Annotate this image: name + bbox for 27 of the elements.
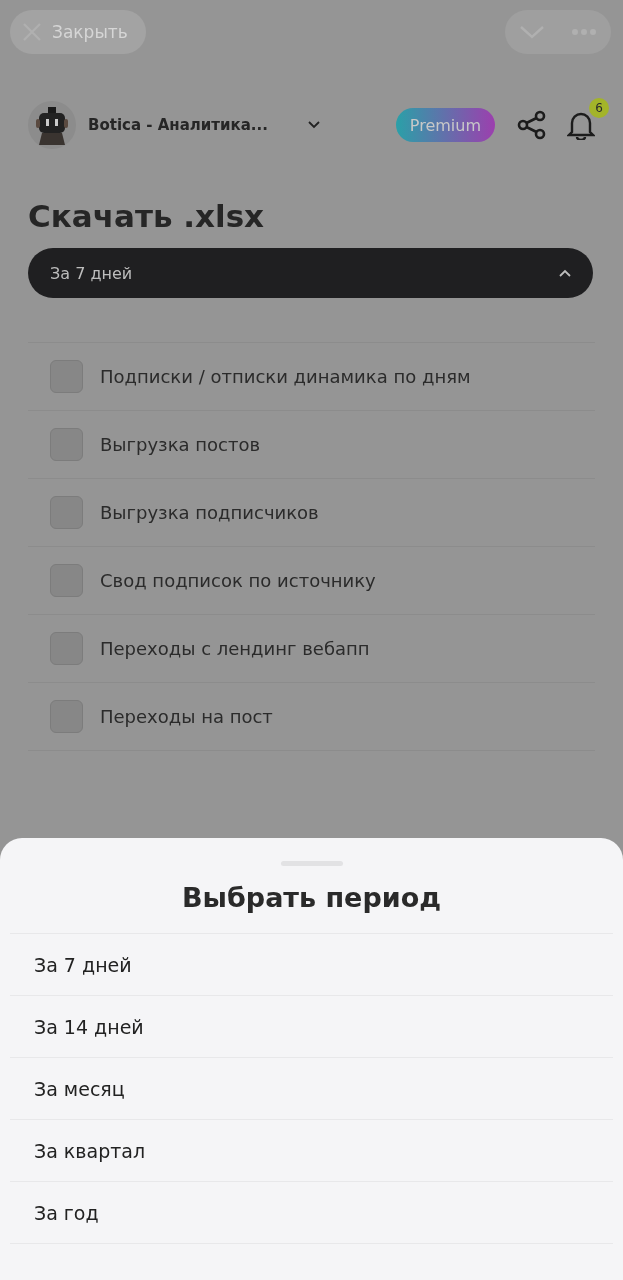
channel-name[interactable]: Botica - Аналитика... [88,116,268,134]
page-title: Скачать .xlsx [28,198,266,234]
period-select[interactable]: За 7 дней [28,248,593,298]
notifications-button[interactable] [567,110,595,140]
notification-count: 6 [589,98,609,118]
share-button[interactable] [517,110,547,140]
checkbox[interactable] [50,700,83,733]
checkbox[interactable] [50,564,83,597]
checkbox[interactable] [50,428,83,461]
period-option[interactable]: За квартал [10,1120,613,1182]
checkbox[interactable] [50,360,83,393]
report-label: Выгрузка подписчиков [100,502,319,523]
report-label: Переходы с лендинг вебапп [100,638,370,659]
checkbox[interactable] [50,632,83,665]
report-label: Подписки / отписки динамика по дням [100,366,471,387]
chevron-up-icon [559,269,571,277]
period-option[interactable]: За месяц [10,1058,613,1120]
chevron-down-icon[interactable] [307,121,320,129]
checkbox[interactable] [50,496,83,529]
period-option[interactable]: За год [10,1182,613,1244]
sheet-title: Выбрать период [181,882,442,913]
period-option[interactable]: За 7 дней [10,934,613,996]
report-label: Свод подписок по источнику [100,570,376,591]
report-label: Переходы на пост [100,706,273,727]
report-label: Выгрузка постов [100,434,261,455]
robot-avatar-icon [28,101,76,149]
period-option[interactable]: За 14 дней [10,996,613,1058]
